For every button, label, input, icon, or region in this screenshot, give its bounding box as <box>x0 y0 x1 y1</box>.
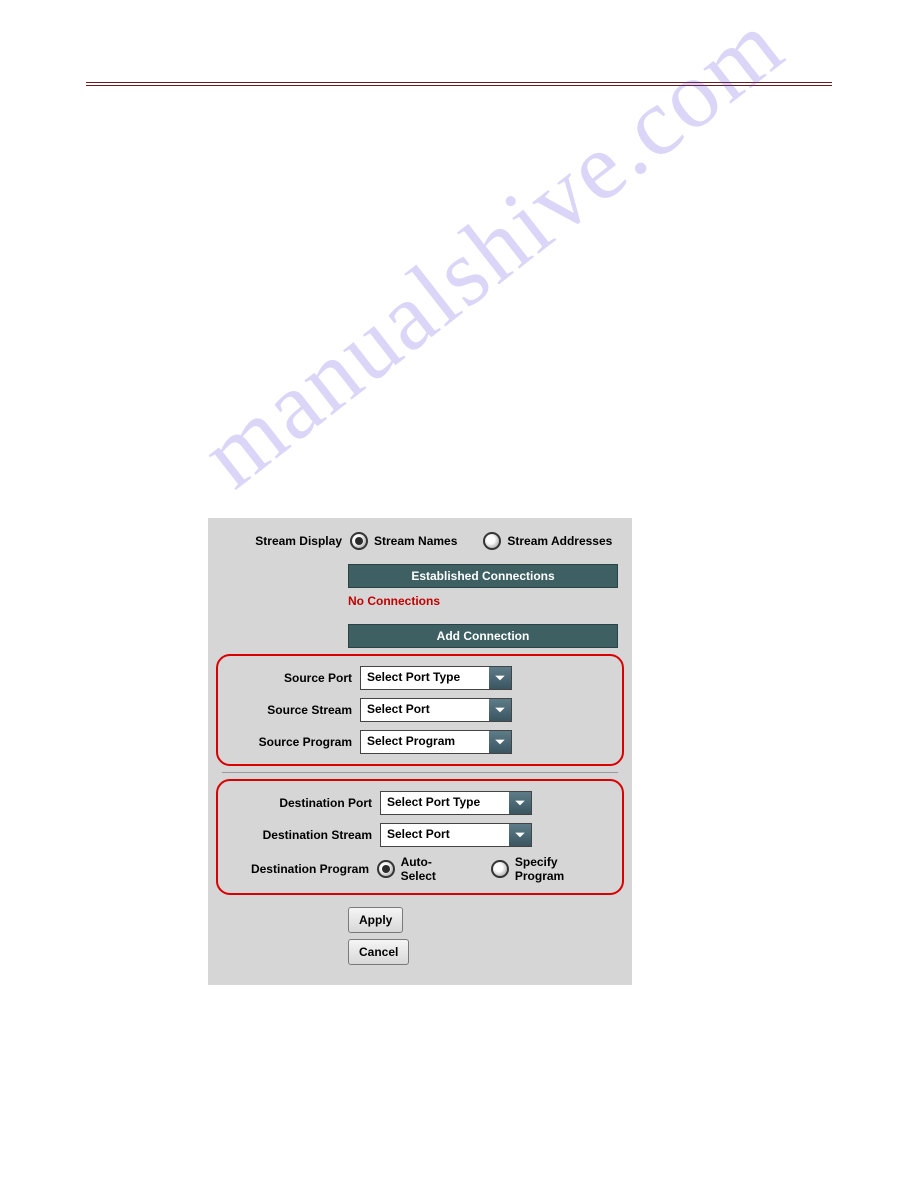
source-port-label: Source Port <box>232 671 360 685</box>
destination-port-label: Destination Port <box>232 796 380 810</box>
source-stream-select[interactable]: Select Port <box>360 698 512 722</box>
destination-program-row: Destination Program Auto-Select Specify … <box>218 851 622 887</box>
established-connections-header: Established Connections <box>348 564 618 588</box>
source-program-value: Select Program <box>361 731 489 753</box>
connections-panel: Stream Display Stream Names Stream Addre… <box>208 518 632 985</box>
source-port-value: Select Port Type <box>361 667 489 689</box>
auto-select-radio[interactable]: Auto-Select <box>377 855 491 883</box>
destination-port-select[interactable]: Select Port Type <box>380 791 532 815</box>
chevron-down-icon <box>509 824 531 846</box>
cancel-button[interactable]: Cancel <box>348 939 409 965</box>
chevron-down-icon <box>489 667 511 689</box>
source-port-row: Source Port Select Port Type <box>218 662 622 694</box>
destination-port-value: Select Port Type <box>381 792 509 814</box>
source-program-label: Source Program <box>232 735 360 749</box>
source-stream-value: Select Port <box>361 699 489 721</box>
stream-display-label: Stream Display <box>222 534 350 548</box>
page-top-rule <box>86 82 832 86</box>
source-program-row: Source Program Select Program <box>218 726 622 758</box>
destination-port-row: Destination Port Select Port Type <box>218 787 622 819</box>
source-stream-label: Source Stream <box>232 703 360 717</box>
destination-stream-row: Destination Stream Select Port <box>218 819 622 851</box>
stream-addresses-option-label: Stream Addresses <box>507 534 612 548</box>
watermark-text: manualshive.com <box>180 0 803 509</box>
destination-stream-label: Destination Stream <box>232 828 380 842</box>
apply-button[interactable]: Apply <box>348 907 403 933</box>
source-port-select[interactable]: Select Port Type <box>360 666 512 690</box>
source-program-select[interactable]: Select Program <box>360 730 512 754</box>
radio-selected-icon <box>377 860 395 878</box>
chevron-down-icon <box>489 699 511 721</box>
chevron-down-icon <box>509 792 531 814</box>
auto-select-option-label: Auto-Select <box>401 855 466 883</box>
add-connection-header: Add Connection <box>348 624 618 648</box>
radio-selected-icon <box>350 532 368 550</box>
destination-group: Destination Port Select Port Type Destin… <box>216 779 624 895</box>
no-connections-text: No Connections <box>348 594 618 608</box>
destination-stream-value: Select Port <box>381 824 509 846</box>
stream-addresses-radio[interactable]: Stream Addresses <box>483 532 612 550</box>
source-group: Source Port Select Port Type Source Stre… <box>216 654 624 766</box>
stream-names-option-label: Stream Names <box>374 534 457 548</box>
specify-program-radio[interactable]: Specify Program <box>491 855 608 883</box>
chevron-down-icon <box>489 731 511 753</box>
radio-empty-icon <box>483 532 501 550</box>
stream-names-radio[interactable]: Stream Names <box>350 532 483 550</box>
specify-program-option-label: Specify Program <box>515 855 608 883</box>
source-stream-row: Source Stream Select Port <box>218 694 622 726</box>
divider <box>222 772 618 773</box>
destination-stream-select[interactable]: Select Port <box>380 823 532 847</box>
destination-program-label: Destination Program <box>232 862 377 876</box>
stream-display-row: Stream Display Stream Names Stream Addre… <box>208 518 632 554</box>
radio-empty-icon <box>491 860 509 878</box>
